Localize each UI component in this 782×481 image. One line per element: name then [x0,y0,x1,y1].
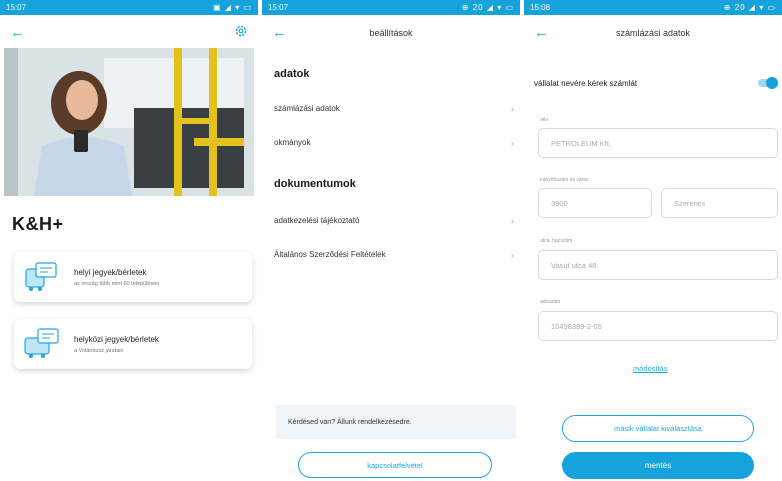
status-bar: 15:07 ⊕ 20 ◢ ▾ ▭ [262,0,520,15]
help-banner: Kérdésed van? Állunk rendelkezésedre. [276,405,516,439]
tax-number-field[interactable]: 10498389-2-05 [538,311,778,341]
company-invoice-label: vállalat nevére kérek számlát [534,78,638,88]
settings-item-label: Általános Szerződési Feltételek [274,250,386,259]
bus-ticket-icon [25,262,57,291]
contact-button[interactable]: kapcsolatfelvétel [298,452,492,478]
status-icons: ⊕ 20 ◢ ▾ ▭ [461,3,514,12]
company-invoice-row: vállalat nevére kérek számlát [534,77,778,89]
settings-item-privacy[interactable]: adatkezelési tájékoztató › [274,216,514,226]
card-subtitle: az ország több mint 60 településén [74,280,160,287]
section-title-data: adatok [274,68,310,80]
settings-item-label: számlázási adatok [274,104,340,113]
zip-city-label: irányítószám és város [540,177,589,183]
local-tickets-card[interactable]: helyi jegyek/bérletek az ország több min… [14,252,252,302]
back-arrow-icon[interactable]: ← [272,24,287,41]
gear-icon[interactable] [234,24,248,38]
street-field[interactable]: Vasút utca 48 [538,250,778,280]
section-title-docs: dokumentumok [274,178,356,190]
name-label: név [540,117,549,123]
status-time: 15:08 [530,3,551,12]
back-arrow-icon[interactable]: ← [534,24,549,41]
back-arrow-icon[interactable]: ← [10,24,25,41]
status-time: 15:07 [6,3,27,12]
app-bar: ← számlázási adatok [524,15,782,51]
page-title: számlázási adatok [615,28,691,38]
modify-link[interactable]: módosítás [633,364,668,373]
zip-field[interactable]: 3900 [538,188,652,218]
page-title: beállítások [369,28,413,38]
chevron-right-icon: › [511,250,514,260]
app-bar: ← beállítások [262,15,520,51]
screen-settings: 15:07 ⊕ 20 ◢ ▾ ▭ ← beállítások adatok sz… [262,0,520,481]
name-field[interactable]: PETROLEUM Kft. [538,128,778,158]
card-title: helyközi jegyek/bérletek [74,334,159,344]
status-bar: 15:07 ▣ ◢ ▾ ▭ [0,0,258,15]
settings-item-label: adatkezelési tájékoztató [274,216,360,225]
intercity-tickets-card[interactable]: helyközi jegyek/bérletek a Volánbusz jár… [14,319,252,369]
settings-item-terms[interactable]: Általános Szerződési Feltételek › [274,250,514,260]
save-button[interactable]: mentés [562,452,754,479]
status-bar: 15:08 ⊕ 20 ◢ ▾ ▭ [524,0,782,15]
card-subtitle: a Volánbusz járatain [74,347,124,354]
street-label: utca, házszám [540,238,573,244]
city-field[interactable]: Szerencs [661,188,778,218]
hero-image [4,48,254,196]
status-icons: ▣ ◢ ▾ ▭ [213,3,252,12]
settings-item-billing[interactable]: számlázási adatok › [274,104,514,114]
tax-number-label: adószám [540,299,561,305]
chevron-right-icon: › [511,138,514,148]
chevron-right-icon: › [511,104,514,114]
company-invoice-toggle[interactable] [756,77,778,89]
status-icons: ⊕ 20 ◢ ▾ ▭ [723,3,776,12]
coach-ticket-icon [24,328,59,358]
settings-item-documents[interactable]: okmányok › [274,138,514,148]
status-time: 15:07 [268,3,289,12]
settings-item-label: okmányok [274,138,311,147]
card-title: helyi jegyek/bérletek [74,267,147,277]
brand-logo: K&H+ [12,214,64,234]
screen-billing: 15:08 ⊕ 20 ◢ ▾ ▭ ← számlázási adatok vál… [524,0,782,481]
chevron-right-icon: › [511,216,514,226]
other-company-button[interactable]: másik vállalat kiválasztása [562,415,754,442]
screen-home: 15:07 ▣ ◢ ▾ ▭ ← K&H+ helyi jegyek/bérlet… [0,0,258,481]
app-bar: ← [0,15,258,51]
